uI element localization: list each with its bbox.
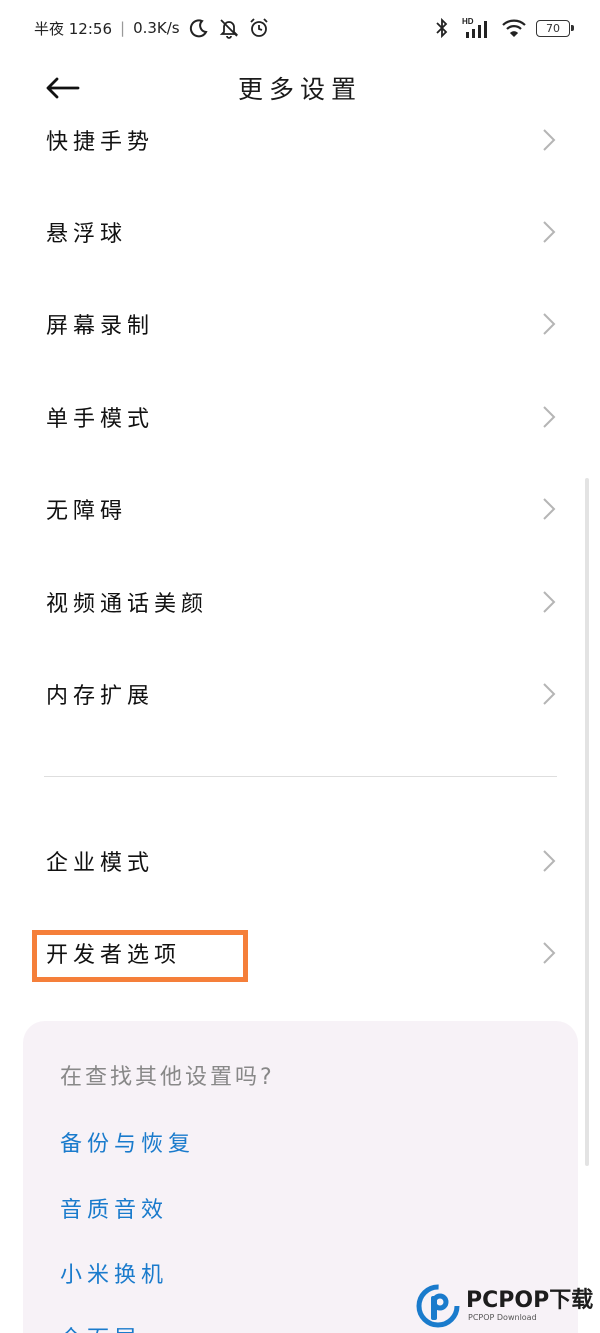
chevron-right-icon [543,498,556,520]
setting-label: 单手模式 [46,407,155,432]
setting-label: 屏幕录制 [46,314,155,339]
setting-label: 企业模式 [46,851,155,876]
moon-icon [188,17,210,39]
status-separator: | [120,19,126,37]
setting-label: 无障碍 [46,499,128,524]
screen: 半夜 12:56 | 0.3K/s HD 70 更多设置 快捷手势 悬浮球 屏幕… [0,0,600,1333]
bell-off-icon [218,17,240,39]
status-right: HD 70 [431,17,574,39]
setting-row-accessibility[interactable]: 无障碍 [0,463,600,555]
suggestions-title: 在查找其他设置吗? [60,1065,275,1090]
setting-row-memory-extension[interactable]: 内存扩展 [0,648,600,740]
highlight-annotation-box [32,930,248,982]
network-speed: 0.3K/s [133,19,180,37]
watermark-text: PCPOP下载 PCPOP Download [466,1287,594,1323]
setting-row-floating-ball[interactable]: 悬浮球 [0,186,600,278]
status-time: 半夜 12:56 [34,19,112,38]
chevron-right-icon [543,850,556,872]
wifi-icon [501,17,527,39]
chevron-right-icon [543,591,556,613]
setting-label: 视频通话美颜 [46,592,209,617]
setting-label: 内存扩展 [46,684,155,709]
svg-text:HD: HD [462,17,474,26]
setting-row-enterprise-mode[interactable]: 企业模式 [0,815,600,907]
setting-row-quick-gestures[interactable]: 快捷手势 [0,94,600,186]
status-left: 半夜 12:56 | 0.3K/s [34,17,270,39]
chevron-right-icon [543,942,556,964]
setting-label: 悬浮球 [46,222,128,247]
link-full-screen[interactable]: 全面屏 [60,1321,141,1333]
section-divider [44,776,557,777]
link-sound-effects[interactable]: 音质音效 [60,1192,168,1224]
status-bar: 半夜 12:56 | 0.3K/s HD 70 [0,0,600,56]
setting-row-one-handed-mode[interactable]: 单手模式 [0,371,600,463]
bluetooth-icon [431,17,453,39]
watermark-main: PCPOP下载 [466,1287,594,1313]
link-backup-restore[interactable]: 备份与恢复 [60,1126,195,1158]
scrollbar[interactable] [585,478,589,1166]
chevron-right-icon [543,313,556,335]
setting-row-screen-recording[interactable]: 屏幕录制 [0,278,600,370]
chevron-right-icon [543,221,556,243]
chevron-right-icon [543,406,556,428]
setting-row-video-call-beauty[interactable]: 视频通话美颜 [0,556,600,648]
chevron-right-icon [543,129,556,151]
setting-label: 快捷手势 [46,130,155,155]
alarm-icon [248,17,270,39]
watermark: PCPOP下载 PCPOP Download [416,1278,600,1333]
signal-icon: HD [462,17,492,39]
watermark-sub: PCPOP Download [468,1312,537,1322]
pcpop-logo-icon [416,1284,460,1327]
link-mi-mover[interactable]: 小米换机 [60,1257,168,1289]
chevron-right-icon [543,683,556,705]
battery-indicator: 70 [536,19,574,37]
